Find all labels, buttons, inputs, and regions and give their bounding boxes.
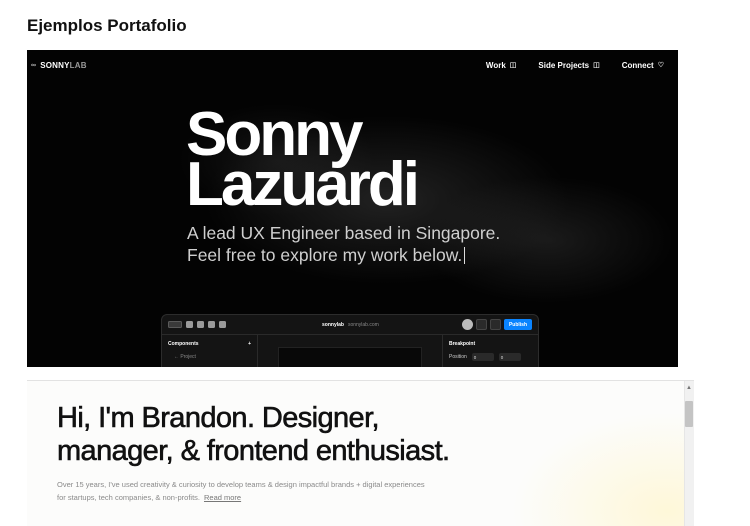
nav-link-side-projects[interactable]: Side Projects ◫ xyxy=(538,61,599,70)
components-panel-item: ← Project xyxy=(174,354,196,360)
read-more-link[interactable]: Read more xyxy=(204,493,241,502)
framer-menu-icon xyxy=(168,321,182,328)
lamp-icon: ◫ xyxy=(593,62,600,69)
brandon-headline: Hi, I'm Brandon. Designer, manager, & fr… xyxy=(57,402,451,468)
brandon-intro-line2-wrap: for startups, tech companies, & non-prof… xyxy=(57,491,477,504)
layout-icon xyxy=(197,321,204,328)
brandon-headline-line1: Hi, I'm Brandon. Designer, xyxy=(57,402,380,435)
brandon-headline-line2: manager, & frontend enthusiast. xyxy=(57,435,451,468)
page-title: Ejemplos Portafolio xyxy=(27,16,187,35)
properties-panel: Breakpoint Position 0 0 xyxy=(442,335,538,367)
portfolio-example-brandon[interactable]: Hi, I'm Brandon. Designer, manager, & fr… xyxy=(27,380,694,526)
nav-link-connect[interactable]: Connect ♡ xyxy=(622,61,664,70)
canvas-frame xyxy=(278,347,422,367)
hero-subtitle-line2: Feel free to explore my work below. xyxy=(187,245,463,265)
toolbar-tools xyxy=(168,321,226,328)
hero-subtitle: A lead UX Engineer based in Singapore. F… xyxy=(187,222,500,266)
nav-link-work[interactable]: Work ◫ xyxy=(486,61,516,70)
hero-name: Sonny Lazuardi xyxy=(186,104,420,219)
image-icon xyxy=(219,321,226,328)
logo-secondary: LAB xyxy=(69,60,87,70)
brandon-intro: Over 15 years, I've used creativity & cu… xyxy=(57,478,477,504)
components-panel-header: Components + xyxy=(168,341,251,347)
nav-link-label: Side Projects xyxy=(538,60,590,70)
publish-button: Publish xyxy=(503,319,532,330)
brandon-intro-line1: Over 15 years, I've used creativity & cu… xyxy=(57,480,425,489)
hero-name-line2: Lazuardi xyxy=(186,150,420,219)
position-label: Position xyxy=(449,354,467,360)
editor-site-name: sonnylab xyxy=(322,322,344,328)
position-y-field: 0 xyxy=(498,353,521,361)
editor-mockup: sonnylab sonnylab.com Publish Components… xyxy=(161,314,539,367)
nav-link-label: Connect xyxy=(621,60,654,70)
nav-link-label: Work xyxy=(485,60,506,70)
properties-panel-title: Breakpoint xyxy=(449,341,476,347)
editor-site-title: sonnylab sonnylab.com xyxy=(322,322,379,328)
add-icon: + xyxy=(248,341,251,347)
play-icon xyxy=(489,319,501,330)
toolbar-actions: Publish xyxy=(461,319,532,330)
text-caret xyxy=(464,247,466,264)
scrollbar-thumb[interactable] xyxy=(685,401,693,427)
gear-icon xyxy=(475,319,487,330)
editor-toolbar: sonnylab sonnylab.com Publish xyxy=(162,315,538,335)
nav-links: Work ◫ Side Projects ◫ Connect ♡ xyxy=(486,61,664,70)
insert-icon xyxy=(186,321,193,328)
site-nav: ∞ SONNY LAB Work ◫ Side Projects ◫ Connec… xyxy=(27,50,678,80)
logo-primary: SONNY xyxy=(40,60,70,70)
hero-subtitle-line1: A lead UX Engineer based in Singapore. xyxy=(187,223,501,243)
position-row: Position 0 0 xyxy=(449,353,532,361)
components-panel-title: Components xyxy=(168,341,199,347)
scroll-up-arrow-icon[interactable]: ▲ xyxy=(685,384,693,392)
hero-subtitle-line2-wrap: Feel free to explore my work below. xyxy=(187,244,500,266)
briefcase-icon: ◫ xyxy=(509,62,517,69)
text-icon xyxy=(208,321,215,328)
infinity-icon: ∞ xyxy=(31,61,37,69)
avatar xyxy=(461,319,473,330)
position-x-field: 0 xyxy=(471,353,494,361)
editor-site-domain: sonnylab.com xyxy=(347,322,379,328)
heart-icon: ♡ xyxy=(657,62,664,69)
brandon-intro-line2: for startups, tech companies, & non-prof… xyxy=(57,493,200,502)
site-logo[interactable]: ∞ SONNY LAB xyxy=(31,61,87,70)
scrollbar[interactable]: ▲ xyxy=(684,381,694,526)
components-panel: Components + ← Project xyxy=(162,335,258,367)
portfolio-example-sonny[interactable]: ∞ SONNY LAB Work ◫ Side Projects ◫ Connec… xyxy=(27,50,678,367)
